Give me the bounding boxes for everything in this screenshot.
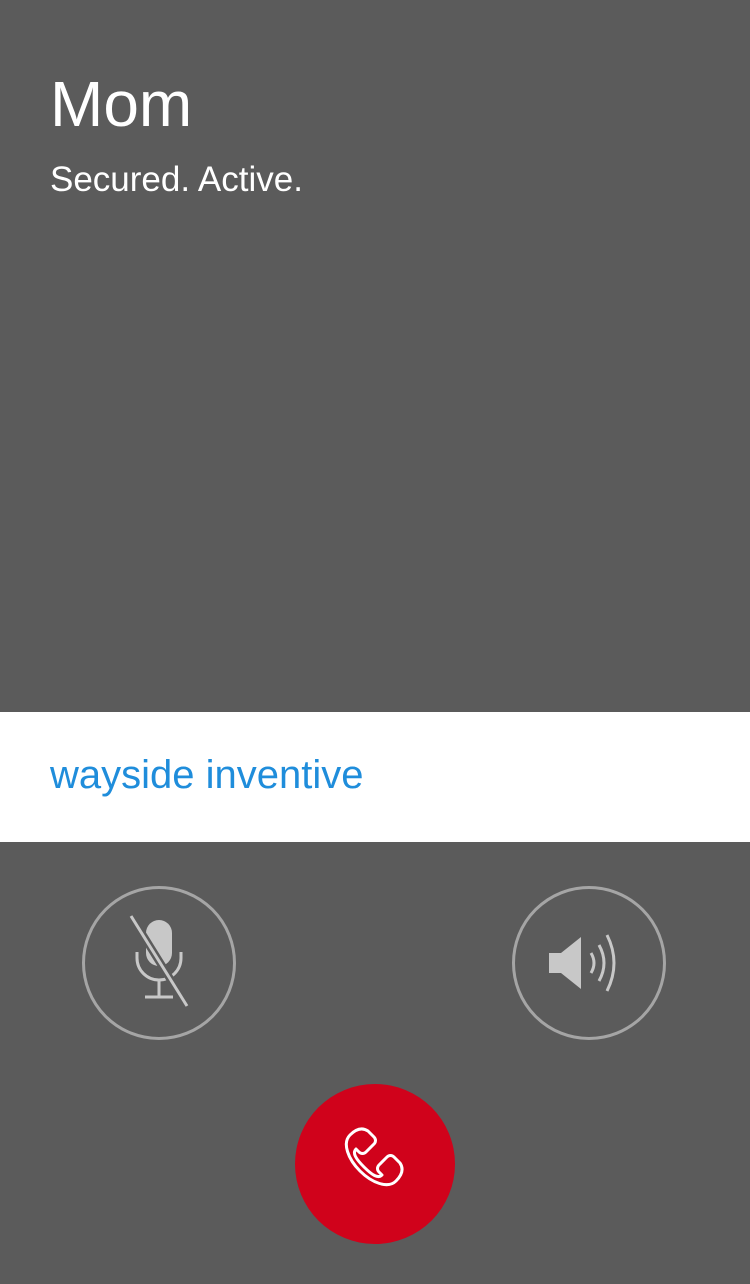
- speaker-button[interactable]: [512, 886, 666, 1040]
- mute-button[interactable]: [82, 886, 236, 1040]
- microphone-muted-icon: [127, 913, 191, 1009]
- phone-hangup-icon: [344, 1127, 404, 1187]
- end-call-button[interactable]: [295, 1084, 455, 1244]
- verification-phrase: wayside inventive: [50, 753, 364, 797]
- call-status: Secured. Active.: [50, 160, 303, 199]
- speaker-icon: [549, 934, 616, 992]
- caller-name: Mom: [50, 68, 193, 140]
